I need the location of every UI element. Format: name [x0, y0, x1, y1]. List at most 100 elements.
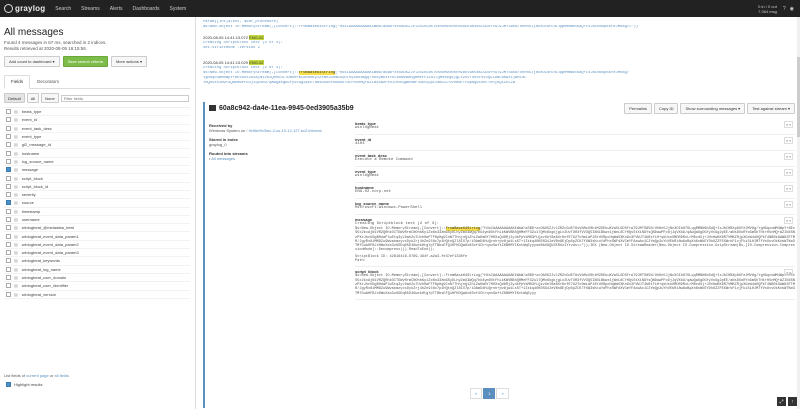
field-item[interactable]: ▤ script_block_id — [4, 183, 190, 191]
scroll-top-icon[interactable]: ↑ — [788, 397, 797, 406]
help-icon[interactable]: ? — [783, 6, 786, 12]
field-type-icon[interactable]: ▤ — [14, 126, 18, 131]
field-type-icon[interactable]: ▤ — [14, 176, 18, 181]
node-link[interactable]: / 9c9bb9c3/ec-2-cs-10-12-127.ec2.interna… — [246, 128, 321, 133]
nav-streams[interactable]: Streams — [81, 6, 100, 12]
field-checkbox[interactable] — [6, 167, 11, 173]
nav-alerts[interactable]: Alerts — [110, 6, 123, 12]
nav-dashboards[interactable]: Dashboards — [133, 6, 160, 12]
message-row-2[interactable]: 2020-08-05 14:41:13.029 ENG-02 Creating … — [203, 60, 795, 86]
field-item[interactable]: ▤ timestamp — [4, 208, 190, 216]
field-item[interactable]: ▤ severity — [4, 191, 190, 200]
save-search-button[interactable]: Save search criteria — [62, 56, 108, 67]
user-icon[interactable]: ◉ — [790, 6, 794, 12]
filter-default-button[interactable]: Default — [4, 93, 25, 103]
highlight-checkbox[interactable] — [6, 382, 11, 387]
field-checkbox[interactable] — [6, 225, 11, 231]
field-type-icon[interactable]: ▤ — [14, 242, 18, 247]
field-type-icon[interactable]: ▤ — [14, 192, 18, 197]
all-fields-link[interactable]: all fields — [55, 373, 69, 378]
field-type-icon[interactable]: ▤ — [14, 117, 18, 122]
field-checkbox[interactable] — [6, 258, 11, 264]
field-type-icon[interactable]: ▤ — [14, 225, 18, 230]
field-checkbox[interactable] — [6, 250, 11, 256]
filter-all-button[interactable]: All — [26, 93, 40, 103]
field-actions-caret-icon[interactable]: ⌕ ▾ — [783, 137, 793, 144]
field-type-icon[interactable]: ▤ — [14, 217, 18, 222]
filter-none-button[interactable]: None — [41, 93, 59, 103]
field-item[interactable]: ▤ hostname — [4, 149, 190, 158]
field-checkbox[interactable] — [6, 283, 11, 289]
field-type-icon[interactable]: ▤ — [14, 209, 18, 214]
field-type-icon[interactable]: ▤ — [14, 142, 18, 147]
field-checkbox[interactable] — [6, 183, 11, 189]
field-checkbox[interactable] — [6, 150, 11, 156]
field-actions-caret-icon[interactable]: ⌕ ▾ — [783, 217, 793, 224]
field-checkbox[interactable] — [6, 291, 11, 297]
field-checkbox[interactable] — [6, 142, 11, 148]
field-item[interactable]: ▤ winlogbeat_user_identifier — [4, 282, 190, 291]
field-actions-caret-icon[interactable]: ⌕ ▾ — [783, 153, 793, 160]
field-item[interactable]: ▤ beats_type — [4, 108, 190, 117]
field-item[interactable]: ▤ winlogbeat_event_data_param1 — [4, 232, 190, 241]
field-checkbox[interactable] — [6, 275, 11, 281]
field-item[interactable]: ▤ winlogbeat_event_data_param2 — [4, 241, 190, 250]
field-actions-caret-icon[interactable]: ⌕ ▾ — [783, 201, 793, 208]
field-item[interactable]: ▤ winlogbeat_@metadata_beat — [4, 224, 190, 233]
permalink-button[interactable]: Permalink — [624, 102, 653, 114]
field-actions-caret-icon[interactable]: ⌕ ▾ — [783, 185, 793, 192]
field-type-icon[interactable]: ▤ — [14, 275, 18, 280]
prev-page[interactable]: « — [470, 388, 483, 399]
field-item[interactable]: ▤ log_source_name — [4, 158, 190, 167]
field-type-icon[interactable]: ▤ — [14, 234, 18, 239]
field-type-icon[interactable]: ▤ — [14, 200, 18, 205]
field-type-icon[interactable]: ▤ — [14, 134, 18, 139]
field-item[interactable]: ▤ winlogbeat_event_data_param3 — [4, 249, 190, 258]
field-type-icon[interactable]: ▤ — [14, 109, 18, 114]
stream-link[interactable]: All messages — [211, 156, 235, 161]
nav-system[interactable]: System — [170, 6, 187, 12]
field-type-icon[interactable]: ▤ — [14, 292, 18, 297]
test-stream-button[interactable]: Test against stream ▾ — [747, 102, 795, 114]
field-type-icon[interactable]: ▤ — [14, 258, 18, 263]
field-checkbox[interactable] — [6, 266, 11, 272]
field-type-icon[interactable]: ▤ — [14, 267, 18, 272]
next-page[interactable]: » — [496, 388, 509, 399]
field-checkbox[interactable] — [6, 117, 11, 123]
field-checkbox[interactable] — [6, 192, 11, 198]
field-checkbox[interactable] — [6, 134, 11, 140]
field-checkbox[interactable] — [6, 217, 11, 222]
surrounding-messages-button[interactable]: Show surrounding messages ▾ — [680, 102, 746, 114]
tab-fields[interactable]: Fields — [4, 75, 31, 89]
field-actions-caret-icon[interactable]: ⌕ ▾ — [783, 121, 793, 128]
field-checkbox[interactable] — [6, 109, 11, 115]
field-type-icon[interactable]: ▤ — [14, 250, 18, 255]
field-item[interactable]: ▤ gl2_message_id — [4, 141, 190, 150]
field-checkbox[interactable] — [6, 175, 11, 181]
expand-icon[interactable]: ⤢ — [777, 397, 786, 406]
field-type-icon[interactable]: ▤ — [14, 167, 18, 172]
field-checkbox[interactable] — [6, 241, 11, 247]
field-type-icon[interactable]: ▤ — [14, 151, 18, 156]
page-1[interactable]: 1 — [483, 388, 496, 399]
copy-id-button[interactable]: Copy ID — [654, 102, 679, 114]
field-item[interactable]: ▤ username — [4, 216, 190, 225]
tab-decorators[interactable]: Decorators — [30, 75, 66, 88]
field-item[interactable]: ▤ event_task_desc — [4, 125, 190, 133]
field-actions-caret-icon[interactable]: ⌕ ▾ — [783, 169, 793, 176]
more-actions-button[interactable]: More actions ▾ — [110, 56, 147, 67]
field-item[interactable]: ▤ message — [4, 166, 190, 175]
field-item[interactable]: ▤ event_type — [4, 133, 190, 142]
field-type-icon[interactable]: ▤ — [14, 283, 18, 288]
message-row-1[interactable]: 2020-08-05 14:41:13.072 ENG-02 Creating … — [203, 35, 795, 51]
field-checkbox[interactable] — [6, 125, 11, 131]
nav-search[interactable]: Search — [55, 6, 71, 12]
field-item[interactable]: ▤ event_id — [4, 116, 190, 125]
field-checkbox[interactable] — [6, 200, 11, 206]
field-checkbox[interactable] — [6, 233, 11, 239]
current-page-link[interactable]: current page — [26, 373, 48, 378]
field-item[interactable]: ▤ script_block — [4, 174, 190, 183]
filter-fields-input[interactable] — [60, 94, 189, 102]
field-item[interactable]: ▤ source — [4, 199, 190, 208]
field-item[interactable]: ▤ winlogbeat_keywords — [4, 257, 190, 266]
